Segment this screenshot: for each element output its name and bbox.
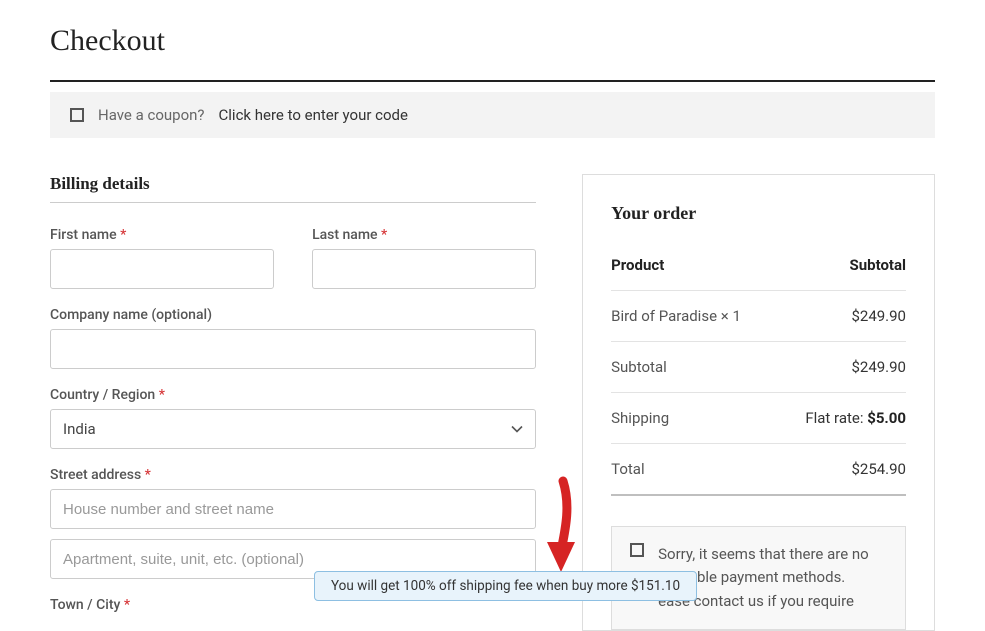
required-mark: * [145,467,151,483]
first-name-group: First name * [50,227,274,289]
order-total-value: $254.90 [851,460,906,478]
country-group: Country / Region * India [50,387,536,449]
required-mark: * [120,227,126,243]
shipping-rate-value: $5.00 [867,409,906,427]
order-total-label: Total [611,460,645,478]
shipping-rate-prefix: Flat rate: [805,409,863,427]
last-name-label-text: Last name [312,227,378,243]
billing-column: Billing details First name * Last name * [50,174,536,631]
notice-icon [630,543,644,557]
first-name-label-text: First name [50,227,117,243]
order-item-name: Bird of Paradise × 1 [611,307,741,325]
payment-notice-line1: Sorry, it seems that there are no [658,543,869,566]
coupon-bar: Have a coupon? Click here to enter your … [50,92,935,138]
street-label: Street address * [50,467,536,483]
order-summary: Your order Product Subtotal Bird of Para… [582,174,935,631]
order-item-row: Bird of Paradise × 1 $249.90 [611,291,906,342]
required-mark: * [381,227,387,243]
order-total-row: Total $254.90 [611,444,906,496]
billing-divider [50,202,536,203]
order-subtotal-label: Subtotal [611,358,667,376]
chevron-down-icon [511,423,523,435]
last-name-input[interactable] [312,249,536,289]
tooltip-text: You will get 100% off shipping fee when … [331,578,680,594]
company-label: Company name (optional) [50,307,536,323]
first-name-input[interactable] [50,249,274,289]
page-title: Checkout [50,24,935,58]
order-header-row: Product Subtotal [611,256,906,291]
order-col-product: Product [611,256,664,274]
order-col-subtotal: Subtotal [850,256,907,274]
order-shipping-label: Shipping [611,409,669,427]
order-heading: Your order [611,203,906,224]
shipping-discount-tooltip: You will get 100% off shipping fee when … [314,571,697,601]
country-label-text: Country / Region [50,387,155,403]
last-name-label: Last name * [312,227,536,243]
company-input[interactable] [50,329,536,369]
title-divider [50,80,935,82]
billing-heading: Billing details [50,174,536,194]
company-group: Company name (optional) [50,307,536,369]
coupon-prompt: Have a coupon? [98,106,205,124]
last-name-group: Last name * [312,227,536,289]
street-address-1-input[interactable] [50,489,536,529]
order-shipping-value: Flat rate: $5.00 [805,409,906,427]
coupon-icon [70,108,84,122]
street-group: Street address * [50,467,536,579]
first-name-label: First name * [50,227,274,243]
order-subtotal-value: $249.90 [851,358,906,376]
street-label-text: Street address [50,467,141,483]
required-mark: * [124,597,130,613]
country-label: Country / Region * [50,387,536,403]
coupon-link[interactable]: Click here to enter your code [219,106,408,124]
town-label-text: Town / City [50,597,120,613]
order-subtotal-row: Subtotal $249.90 [611,342,906,393]
order-shipping-row: Shipping Flat rate: $5.00 [611,393,906,444]
country-select[interactable]: India [50,409,536,449]
country-value: India [63,420,96,438]
required-mark: * [159,387,165,403]
order-item-price: $249.90 [851,307,906,325]
